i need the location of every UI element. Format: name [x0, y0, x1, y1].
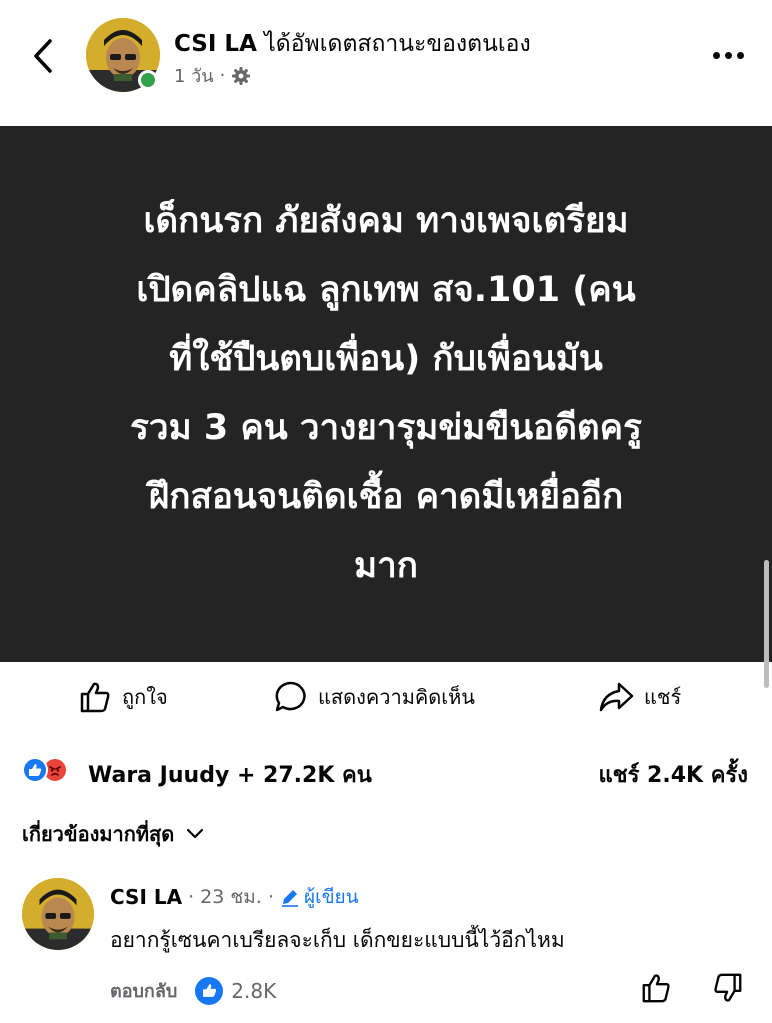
like-button[interactable]: ถูกใจ [78, 680, 168, 714]
dot [724, 51, 732, 59]
author-avatar[interactable] [86, 18, 160, 92]
reactors-count[interactable]: Wara Juudy + 27.2K คน [88, 757, 372, 792]
upvote-button[interactable] [640, 972, 672, 1008]
thumbs-down-icon [714, 973, 742, 1002]
comment-item: CSI LA · 23 ชม. · ผู้เขียน อยากรู้เซนคาเ… [0, 872, 772, 1022]
comment-footer: ตอบกลับ 2.8K [110, 976, 276, 1005]
more-options-button[interactable] [708, 40, 748, 70]
like-reaction-icon [22, 757, 48, 783]
reaction-summary[interactable] [22, 757, 68, 783]
scrollbar[interactable] [764, 560, 769, 688]
downvote-button[interactable] [712, 972, 744, 1008]
post-time[interactable]: 1 วัน [174, 61, 214, 90]
post-stats: Wara Juudy + 27.2K คน แชร์ 2.4K ครั้ง [0, 748, 772, 792]
shares-count[interactable]: แชร์ 2.4K ครั้ง [598, 757, 748, 792]
like-count-value: 2.8K [231, 978, 277, 1003]
chevron-down-icon [187, 828, 204, 839]
dot [736, 51, 744, 59]
speech-bubble-icon [275, 681, 306, 712]
post-text: เด็กนรก ภัยสังคม ทางเพจเตรียม เปิดคลิปแฉ… [130, 201, 642, 586]
author-name[interactable]: CSI LA [174, 31, 257, 57]
author-badge: ผู้เขียน [280, 882, 359, 912]
post-author-line: CSI LA ได้อัพเดตสถานะของตนเอง [174, 26, 531, 62]
comment-button[interactable]: แสดงความคิดเห็น [274, 680, 475, 714]
back-button[interactable] [28, 36, 58, 76]
pencil-icon [281, 890, 298, 907]
meta-separator: · [219, 65, 226, 86]
commenter-avatar[interactable] [22, 878, 94, 950]
thumbs-up-icon [80, 682, 110, 713]
comment-text: อยากรู้เซนคาเบรียลจะเก็บ เด็กขยะแบบนี้ไว… [110, 928, 565, 952]
post-actions: ถูกใจ แสดงความคิดเห็น แชร์ [0, 672, 772, 726]
like-badge-icon [195, 976, 224, 1005]
commenter-name[interactable]: CSI LA [110, 885, 182, 909]
share-button[interactable]: แชร์ [598, 680, 681, 714]
share-label: แชร์ [644, 685, 682, 709]
sort-label: เกี่ยวข้องมากที่สุด [22, 822, 175, 846]
comment-sort-dropdown[interactable]: เกี่ยวข้องมากที่สุด [22, 818, 204, 850]
comment-header: CSI LA · 23 ชม. · ผู้เขียน [110, 882, 359, 912]
post-text-banner: เด็กนรก ภัยสังคม ทางเพจเตรียม เปิดคลิปแฉ… [0, 126, 772, 662]
author-badge-label: ผู้เขียน [303, 886, 359, 908]
post-header: CSI LA ได้อัพเดตสถานะของตนเอง 1 วัน · [0, 0, 772, 120]
comment-like-count[interactable]: 2.8K [195, 976, 277, 1005]
thumbs-up-icon [642, 974, 670, 1003]
post-meta: 1 วัน · [174, 61, 251, 90]
chevron-left-icon [34, 39, 52, 73]
comment-label: แสดงความคิดเห็น [318, 685, 475, 709]
online-status-dot [138, 70, 158, 90]
share-arrow-icon [599, 682, 634, 712]
dot [712, 51, 720, 59]
reply-button[interactable]: ตอบกลับ [110, 976, 177, 1005]
post-action-text: ได้อัพเดตสถานะของตนเอง [264, 31, 531, 57]
gear-icon [232, 66, 251, 85]
like-label: ถูกใจ [122, 685, 168, 709]
comment-time: · 23 ชม. · [188, 886, 274, 908]
